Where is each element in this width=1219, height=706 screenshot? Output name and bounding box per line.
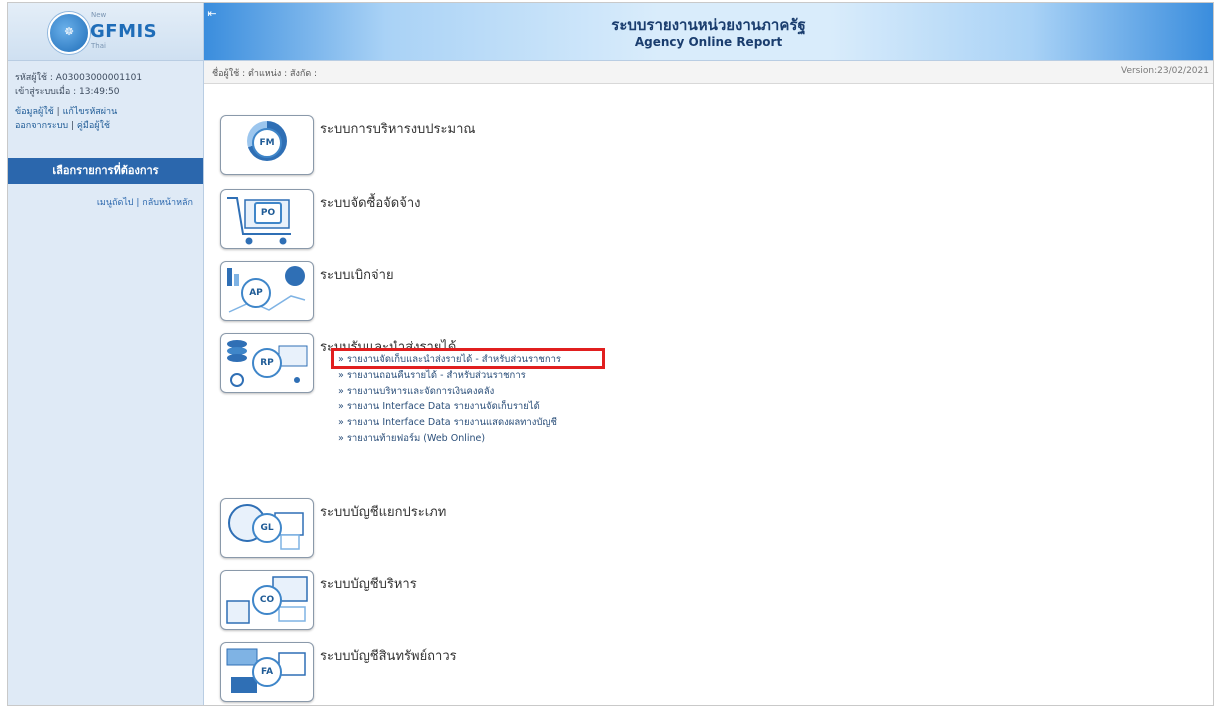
- rp-report-link[interactable]: » รายงาน Interface Data รายงานแสดงผลทางบ…: [338, 415, 561, 431]
- rp-report-link[interactable]: » รายงานบริหารและจัดการเงินคงคลัง: [338, 384, 561, 400]
- fa-asset-icon[interactable]: FA: [220, 642, 314, 702]
- system-title-ap[interactable]: ระบบเบิกจ่าย: [320, 264, 394, 285]
- ap-chart-icon[interactable]: AP: [220, 261, 314, 321]
- co-monitor-icon[interactable]: CO: [220, 570, 314, 630]
- gfmis-logo[interactable]: ☸ New GFMIS Thai: [8, 3, 203, 61]
- logo-new-label: New: [91, 11, 107, 19]
- change-password-link[interactable]: แก้ไขรหัสผ่าน: [63, 107, 118, 117]
- po-cart-icon[interactable]: PO: [220, 189, 314, 249]
- page-subtitle: Agency Online Report: [634, 35, 783, 49]
- user-info: รหัสผู้ใช้ : A03003000001101 เข้าสู่ระบบ…: [15, 73, 143, 131]
- rp-report-link[interactable]: » รายงานท้ายฟอร์ม (Web Online): [338, 431, 561, 447]
- sidebar: ☸ New GFMIS Thai รหัสผู้ใช้ : A030030000…: [8, 3, 204, 705]
- gl-ledger-icon[interactable]: GL: [220, 498, 314, 558]
- fa-code: FA: [252, 657, 282, 687]
- manual-link[interactable]: คู่มือผู้ใช้: [77, 121, 110, 131]
- system-title-po[interactable]: ระบบจัดซื้อจัดจ้าง: [320, 192, 420, 213]
- co-code: CO: [252, 585, 282, 615]
- version-label: Version:23/02/2021: [1120, 66, 1209, 76]
- fm-code: FM: [252, 128, 282, 158]
- system-title-gl[interactable]: ระบบบัญชีแยกประเภท: [320, 501, 446, 522]
- header-banner: ระบบรายงานหน่วยงานภาครัฐ Agency Online R…: [204, 3, 1213, 61]
- system-title-fm[interactable]: ระบบการบริหารงบประมาณ: [320, 118, 475, 139]
- gl-code: GL: [252, 513, 282, 543]
- user-info-link[interactable]: ข้อมูลผู้ใช้: [15, 107, 54, 117]
- user-code: รหัสผู้ใช้ : A03003000001101: [15, 73, 143, 83]
- info-bar: ชื่อผู้ใช้ : ตำแหน่ง : สังกัด : Version:…: [204, 61, 1213, 84]
- logo-sub-label: Thai: [91, 42, 106, 50]
- po-code: PO: [254, 202, 282, 224]
- rp-coins-icon[interactable]: RP: [220, 333, 314, 393]
- rp-report-link[interactable]: » รายงาน Interface Data รายงานจัดเก็บราย…: [338, 399, 561, 415]
- fm-budget-icon[interactable]: FM: [220, 115, 314, 175]
- garuda-emblem-icon: ☸: [48, 12, 90, 54]
- ap-code: AP: [241, 278, 271, 308]
- logo-brand: GFMIS: [90, 21, 158, 42]
- menu-header: เลือกรายการที่ต้องการ: [8, 158, 203, 184]
- user-details: ชื่อผู้ใช้ : ตำแหน่ง : สังกัด :: [212, 69, 318, 79]
- nav-links[interactable]: เมนูถัดไป | กลับหน้าหลัก: [97, 195, 193, 209]
- app-window: ☸ New GFMIS Thai รหัสผู้ใช้ : A030030000…: [7, 2, 1214, 706]
- collapse-sidebar-icon[interactable]: ⇤: [205, 7, 219, 21]
- system-title-fa[interactable]: ระบบบัญชีสินทรัพย์ถาวร: [320, 645, 457, 666]
- page-title: ระบบรายงานหน่วยงานภาครัฐ: [611, 16, 806, 34]
- system-title-co[interactable]: ระบบบัญชีบริหาร: [320, 573, 417, 594]
- highlight-box: [331, 348, 605, 369]
- login-time: เข้าสู่ระบบเมื่อ : 13:49:50: [15, 87, 120, 97]
- rp-code: RP: [252, 348, 282, 378]
- rp-report-link[interactable]: » รายงานถอนคืนรายได้ - สำหรับส่วนราชการ: [338, 368, 561, 384]
- logout-link[interactable]: ออกจากระบบ: [15, 121, 68, 131]
